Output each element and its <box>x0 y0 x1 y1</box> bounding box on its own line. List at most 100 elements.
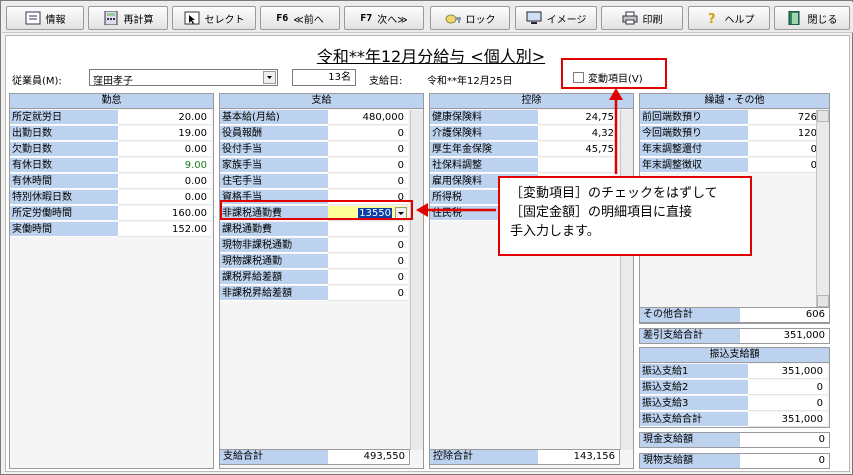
payment-row-value[interactable]: 0 <box>328 142 408 157</box>
printer-icon <box>622 11 638 25</box>
deduction-row-value[interactable]: 24,75 <box>538 110 618 125</box>
carryover-row: 年末調整徴収 0 <box>640 158 821 174</box>
attendance-row-label: 特別休暇日数 <box>10 190 118 205</box>
carryover-scrollbar[interactable] <box>816 110 829 307</box>
transfer-header: 振込支給額 <box>640 348 829 363</box>
help-icon: ? <box>704 11 720 25</box>
callout-line-1: ［変動項目］のチェックをはずして <box>510 186 718 201</box>
help-button[interactable]: ? ヘルプ <box>688 6 770 30</box>
payment-total-row: 支給合計 493,550 <box>219 449 410 465</box>
payment-row-value[interactable]: 0 <box>328 158 408 173</box>
transfer-row-value[interactable]: 0 <box>748 380 827 395</box>
payment-scrollbar[interactable] <box>410 110 423 450</box>
print-button-label: 印刷 <box>642 14 663 26</box>
attendance-row: 有休日数 9.00 <box>10 158 211 174</box>
attendance-row-value[interactable]: 9.00 <box>118 158 211 173</box>
image-button[interactable]: イメージ <box>515 6 597 30</box>
toolbar: 情報 再計算 セレクト F6 ≪前へ F7 次へ≫ ロック イメージ 印刷 ? … <box>2 2 853 33</box>
payment-row-value[interactable]: 0 <box>328 174 408 189</box>
carryover-row-value[interactable]: 0 <box>748 142 821 157</box>
deduction-row-value[interactable]: 45,75 <box>538 142 618 157</box>
attendance-row-label: 所定労働時間 <box>10 206 118 221</box>
transfer-row-label: 振込支給合計 <box>640 412 748 427</box>
info-button-label: 情報 <box>45 14 66 26</box>
scroll-down-button[interactable] <box>817 295 829 307</box>
pay-date-value: 令和**年12月25日 <box>427 76 513 87</box>
transfer-row: 振込支給1 351,000 <box>640 364 827 380</box>
transfer-row-value[interactable]: 0 <box>748 396 827 411</box>
payment-row-value[interactable]: 0 <box>328 254 408 269</box>
commute-row-highlight <box>220 200 413 220</box>
net-total-row: 差引支給合計 351,000 <box>639 328 830 344</box>
payment-row-value[interactable]: 0 <box>328 222 408 237</box>
attendance-row-value[interactable]: 19.00 <box>118 126 211 141</box>
attendance-row-value[interactable]: 160.00 <box>118 206 211 221</box>
carryover-row-value[interactable]: 0 <box>748 158 821 173</box>
main-area: 令和**年12月分給与 <個人別> 従業員(M): 窪田孝子 13名 支給日: … <box>5 35 850 472</box>
deduction-row-value[interactable]: 4,32 <box>538 126 618 141</box>
info-button[interactable]: 情報 <box>6 6 84 30</box>
payment-row-value[interactable]: 0 <box>328 238 408 253</box>
recalc-button[interactable]: 再計算 <box>88 6 168 30</box>
deduction-scrollbar[interactable] <box>620 110 633 450</box>
attendance-panel: 勤怠 所定就労日 20.00 出勤日数 19.00 欠勤日数 0.00 有休日数 9.00 有休… <box>9 93 214 469</box>
prev-button[interactable]: F6 ≪前へ <box>260 6 340 30</box>
attendance-row-label: 欠勤日数 <box>10 142 118 157</box>
attendance-header: 勤怠 <box>10 94 213 109</box>
variable-item-highlight <box>561 58 667 89</box>
payment-row: 課税通勤費 0 <box>220 222 408 238</box>
cash-row: 現金支給額 0 <box>639 432 830 448</box>
payment-row-value[interactable]: 0 <box>328 126 408 141</box>
payment-row-value[interactable]: 0 <box>328 270 408 285</box>
payment-row-label: 役付手当 <box>220 142 328 157</box>
deduction-row-label: 介護保険料 <box>430 126 538 141</box>
image-button-label: イメージ <box>546 14 587 26</box>
payment-row: 非課税昇給差額 0 <box>220 286 408 302</box>
attendance-row: 有休時間 0.00 <box>10 174 211 190</box>
inkind-row: 現物支給額 0 <box>639 453 830 469</box>
inkind-label: 現物支給額 <box>640 454 740 468</box>
payment-total-label: 支給合計 <box>220 450 328 464</box>
chevron-down-icon[interactable] <box>263 71 276 84</box>
scroll-up-button[interactable] <box>817 110 829 122</box>
transfer-row: 振込支給合計 351,000 <box>640 412 827 428</box>
attendance-row-value[interactable]: 0.00 <box>118 174 211 189</box>
transfer-row: 振込支給2 0 <box>640 380 827 396</box>
attendance-row-value[interactable]: 0.00 <box>118 190 211 205</box>
transfer-row-label: 振込支給3 <box>640 396 748 411</box>
other-total-value: 606 <box>805 309 825 320</box>
carryover-row: 今回端数預り 120 <box>640 126 821 142</box>
attendance-row-value[interactable]: 152.00 <box>118 222 211 237</box>
transfer-row-value[interactable]: 351,000 <box>748 412 827 427</box>
attendance-row-value[interactable]: 0.00 <box>118 142 211 157</box>
carryover-row-value[interactable]: 726 <box>748 110 821 125</box>
employee-count-value: 13名 <box>328 72 351 83</box>
carryover-row: 前回端数預り 726 <box>640 110 821 126</box>
carryover-row-value[interactable]: 120 <box>748 126 821 141</box>
attendance-row-label: 有休時間 <box>10 174 118 189</box>
next-button[interactable]: F7 次へ≫ <box>344 6 424 30</box>
payment-panel: 支給 基本給(月給) 480,000 役員報酬 0 役付手当 0 家族手当 0 住宅手当 0 資格手… <box>219 93 424 469</box>
payment-row-label: 住宅手当 <box>220 174 328 189</box>
transfer-row-value[interactable]: 351,000 <box>748 364 827 379</box>
payment-header: 支給 <box>220 94 423 109</box>
payment-row-value[interactable]: 480,000 <box>328 110 408 125</box>
employee-select[interactable]: 窪田孝子 <box>89 69 278 87</box>
payment-row: 住宅手当 0 <box>220 174 408 190</box>
select-icon <box>184 11 200 25</box>
employee-count: 13名 <box>292 69 356 86</box>
attendance-row: 特別休暇日数 0.00 <box>10 190 211 206</box>
lock-button[interactable]: ロック <box>430 6 510 30</box>
payment-row: 現物課税通勤 0 <box>220 254 408 270</box>
payment-row-value[interactable]: 0 <box>328 286 408 301</box>
deduction-total-row: 控除合計 143,156 <box>429 449 620 465</box>
print-button[interactable]: 印刷 <box>601 6 683 30</box>
prev-fkey: F6 <box>276 12 289 24</box>
close-button[interactable]: 閉じる <box>774 6 850 30</box>
other-total-row: その他合計 606 <box>639 307 830 323</box>
payment-row: 課税昇給差額 0 <box>220 270 408 286</box>
next-button-label: 次へ≫ <box>377 14 408 26</box>
select-button[interactable]: セレクト <box>172 6 256 30</box>
attendance-row-value[interactable]: 20.00 <box>118 110 211 125</box>
deduction-row-value[interactable] <box>538 158 618 173</box>
